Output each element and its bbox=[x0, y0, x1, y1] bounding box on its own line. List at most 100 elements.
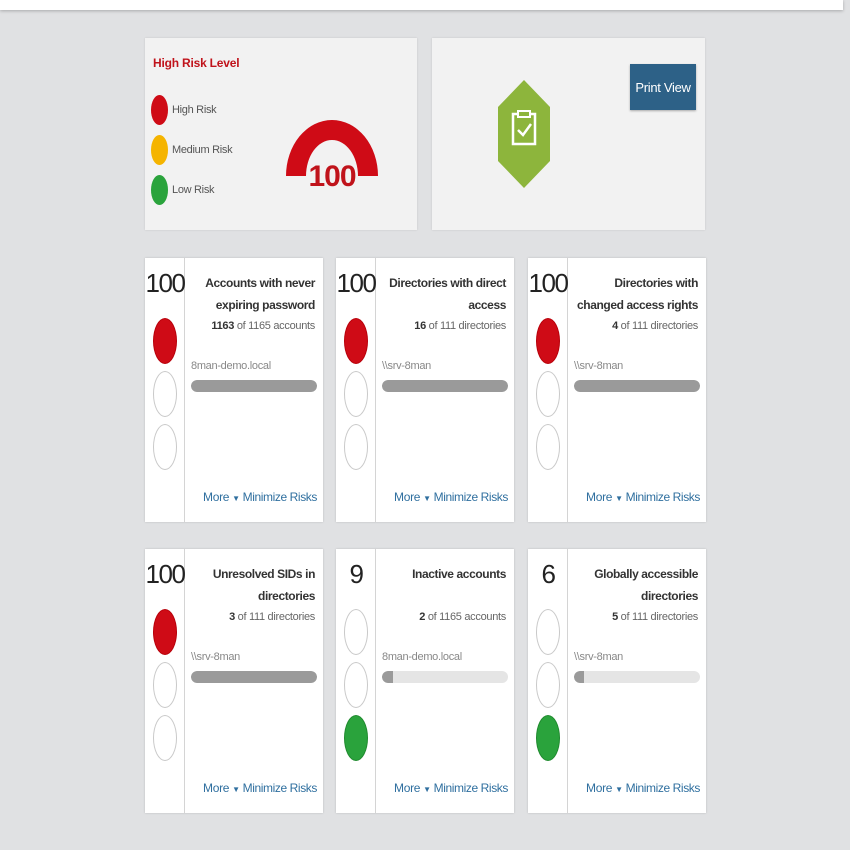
more-label: More bbox=[203, 781, 230, 795]
more-dropdown[interactable]: More ▼ bbox=[203, 781, 240, 795]
score-column: 100 bbox=[145, 258, 186, 522]
count-text: of 1165 accounts bbox=[425, 611, 506, 623]
card-title: Globally accessible directories bbox=[594, 567, 698, 603]
medium-risk-light-icon bbox=[536, 371, 560, 417]
score-column: 100 bbox=[336, 258, 377, 522]
progress-fill bbox=[382, 671, 394, 683]
card-count: 5 of 111 directories bbox=[576, 611, 698, 623]
caret-down-icon: ▼ bbox=[423, 785, 431, 794]
legend-item-high: High Risk bbox=[151, 94, 217, 126]
more-dropdown[interactable]: More ▼ bbox=[394, 781, 431, 795]
legend-label: Medium Risk bbox=[172, 144, 233, 156]
card-count: 16 of 111 directories bbox=[384, 320, 506, 332]
low-risk-dot-icon bbox=[151, 175, 168, 205]
progress-bar bbox=[191, 380, 317, 392]
risk-card: 100 Directories with changed access righ… bbox=[528, 258, 706, 522]
count-value: 16 bbox=[414, 320, 426, 332]
more-label: More bbox=[586, 781, 613, 795]
print-panel: Print View bbox=[432, 38, 705, 230]
low-risk-light-icon bbox=[153, 715, 177, 761]
top-bar bbox=[0, 0, 843, 10]
risk-score: 100 bbox=[336, 268, 377, 298]
more-label: More bbox=[203, 490, 230, 504]
risk-card: 100 Unresolved SIDs in directories 3 of … bbox=[145, 549, 323, 813]
print-view-button[interactable]: Print View bbox=[630, 64, 696, 110]
high-risk-light-icon bbox=[536, 318, 560, 364]
card-domain: \\srv-8man bbox=[382, 360, 431, 372]
more-label: More bbox=[394, 490, 421, 504]
legend-title: High Risk Level bbox=[153, 56, 240, 70]
minimize-risks-link[interactable]: Minimize Risks bbox=[243, 490, 318, 504]
high-risk-dot-icon bbox=[151, 95, 168, 125]
low-risk-light-icon bbox=[344, 424, 368, 470]
card-count: 4 of 111 directories bbox=[576, 320, 698, 332]
risk-score: 6 bbox=[541, 559, 556, 589]
card-title: Inactive accounts bbox=[412, 567, 506, 581]
score-column: 100 bbox=[145, 549, 186, 813]
low-risk-light-icon bbox=[536, 424, 560, 470]
count-text: of 111 directories bbox=[234, 611, 316, 623]
card-count: 1163 of 1165 accounts bbox=[193, 320, 315, 332]
more-label: More bbox=[394, 781, 421, 795]
risk-card: 100 Directories with direct access 16 of… bbox=[336, 258, 514, 522]
count-text: of 111 directories bbox=[425, 320, 507, 332]
card-title: Unresolved SIDs in directories bbox=[212, 567, 316, 603]
minimize-risks-link[interactable]: Minimize Risks bbox=[626, 490, 701, 504]
legend-item-medium: Medium Risk bbox=[151, 134, 233, 166]
count-text: of 111 directories bbox=[617, 611, 699, 623]
more-label: More bbox=[586, 490, 613, 504]
medium-risk-light-icon bbox=[344, 371, 368, 417]
risk-card: 100 Accounts with never expiring passwor… bbox=[145, 258, 323, 522]
progress-bar bbox=[382, 671, 508, 683]
card-domain: \\srv-8man bbox=[574, 360, 623, 372]
legend-item-low: Low Risk bbox=[151, 174, 215, 206]
caret-down-icon: ▼ bbox=[232, 494, 240, 503]
risk-score: 100 bbox=[528, 268, 569, 298]
high-risk-light-icon bbox=[536, 609, 560, 655]
progress-fill bbox=[574, 671, 585, 683]
card-domain: \\srv-8man bbox=[574, 651, 623, 663]
progress-fill bbox=[574, 380, 700, 392]
progress-bar bbox=[574, 671, 700, 683]
risk-score: 100 bbox=[145, 268, 186, 298]
risk-summary-panel: High Risk Level High Risk Medium Risk Lo… bbox=[145, 38, 417, 230]
card-domain: 8man-demo.local bbox=[191, 360, 271, 372]
progress-fill bbox=[191, 380, 317, 392]
more-dropdown[interactable]: More ▼ bbox=[586, 490, 623, 504]
minimize-risks-link[interactable]: Minimize Risks bbox=[434, 781, 509, 795]
count-value: 1163 bbox=[211, 320, 235, 332]
risk-score: 9 bbox=[349, 559, 364, 589]
more-dropdown[interactable]: More ▼ bbox=[203, 490, 240, 504]
minimize-risks-link[interactable]: Minimize Risks bbox=[434, 490, 509, 504]
card-title: Directories with changed access rights bbox=[577, 276, 698, 312]
medium-risk-light-icon bbox=[536, 662, 560, 708]
clipboard-check-icon bbox=[498, 80, 550, 188]
card-title: Directories with direct access bbox=[389, 276, 506, 312]
more-dropdown[interactable]: More ▼ bbox=[394, 490, 431, 504]
progress-bar bbox=[382, 380, 508, 392]
progress-bar bbox=[574, 380, 700, 392]
caret-down-icon: ▼ bbox=[423, 494, 431, 503]
minimize-risks-link[interactable]: Minimize Risks bbox=[243, 781, 318, 795]
minimize-risks-link[interactable]: Minimize Risks bbox=[626, 781, 701, 795]
risk-card: 6 Globally accessible directories 5 of 1… bbox=[528, 549, 706, 813]
score-column: 9 bbox=[336, 549, 376, 813]
card-domain: \\srv-8man bbox=[191, 651, 240, 663]
score-column: 6 bbox=[528, 549, 568, 813]
card-domain: 8man-demo.local bbox=[382, 651, 462, 663]
progress-fill bbox=[191, 671, 317, 683]
count-text: of 111 directories bbox=[617, 320, 699, 332]
card-count: 3 of 111 directories bbox=[193, 611, 315, 623]
caret-down-icon: ▼ bbox=[615, 785, 623, 794]
more-dropdown[interactable]: More ▼ bbox=[586, 781, 623, 795]
medium-risk-light-icon bbox=[153, 662, 177, 708]
low-risk-light-icon bbox=[536, 715, 560, 761]
progress-fill bbox=[382, 380, 508, 392]
card-title: Accounts with never expiring password bbox=[205, 276, 315, 312]
count-text: of 1165 accounts bbox=[234, 320, 315, 332]
medium-risk-dot-icon bbox=[151, 135, 168, 165]
card-count: 2 of 1165 accounts bbox=[384, 611, 506, 623]
high-risk-light-icon bbox=[344, 318, 368, 364]
medium-risk-light-icon bbox=[153, 371, 177, 417]
progress-bar bbox=[191, 671, 317, 683]
